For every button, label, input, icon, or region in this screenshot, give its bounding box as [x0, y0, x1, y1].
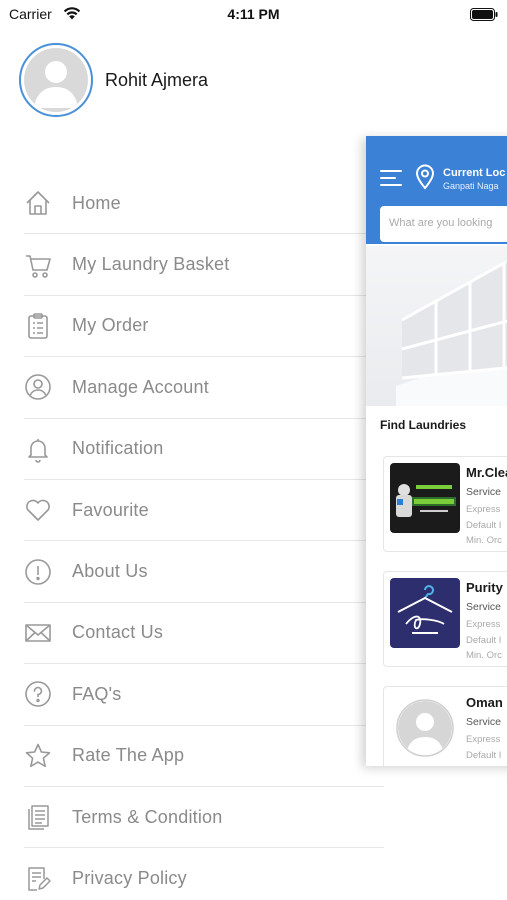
- heart-icon: [24, 496, 52, 524]
- search-input[interactable]: What are you looking: [380, 206, 507, 242]
- document-edit-icon: [24, 865, 52, 893]
- laundry-express: Express: [466, 504, 501, 515]
- banner-window-graphic: [396, 260, 507, 406]
- laundry-default: Default I: [466, 520, 502, 531]
- menu-item-terms-condition[interactable]: Terms & Condition: [24, 787, 384, 849]
- side-menu: Home My Laundry Basket My Order Manage A…: [24, 173, 384, 900]
- cart-icon: [24, 251, 52, 279]
- current-location-subtitle: Ganpati Naga: [443, 181, 499, 191]
- laundry-card[interactable]: Mr.Clea Service Express Default I Min. O…: [383, 456, 507, 552]
- laundry-service: Service: [466, 601, 502, 613]
- clipboard-list-icon: [24, 312, 52, 340]
- menu-item-rate-the-app[interactable]: Rate The App: [24, 726, 384, 787]
- laundry-express: Express: [466, 734, 501, 745]
- laundry-default: Default I: [466, 635, 502, 646]
- clock: 4:11 PM: [227, 6, 280, 22]
- envelope-icon: [24, 619, 52, 647]
- menu-item-manage-account[interactable]: Manage Account: [24, 357, 384, 419]
- laundry-logo: [390, 463, 460, 533]
- menu-item-faqs[interactable]: FAQ's: [24, 664, 384, 726]
- app-header: Current Loc Ganpati Naga What are you lo…: [366, 136, 507, 244]
- bell-icon: [24, 435, 52, 463]
- hamburger-menu-icon[interactable]: [380, 169, 402, 187]
- star-icon: [24, 742, 52, 770]
- avatar-ring: [19, 43, 93, 117]
- battery-icon: [470, 8, 498, 21]
- menu-label: Terms & Condition: [72, 806, 223, 827]
- menu-label: My Laundry Basket: [72, 254, 230, 275]
- laundry-name: Oman: [466, 695, 503, 710]
- laundry-logo: [390, 693, 460, 763]
- menu-label: Home: [72, 192, 121, 213]
- find-laundries-heading: Find Laundries: [380, 418, 467, 432]
- banner-image: [366, 246, 507, 406]
- menu-label: FAQ's: [72, 683, 122, 704]
- laundry-card[interactable]: Oman Service Express Default I: [383, 686, 507, 766]
- menu-item-my-order[interactable]: My Order: [24, 296, 384, 358]
- menu-label: Contact Us: [72, 622, 164, 643]
- location-pin-icon: [415, 164, 435, 190]
- person-icon: [34, 61, 78, 108]
- status-bar: Carrier 4:11 PM: [0, 0, 507, 30]
- menu-label: Favourite: [72, 499, 149, 520]
- laundry-name: Mr.Clea: [466, 465, 507, 480]
- menu-item-contact-us[interactable]: Contact Us: [24, 603, 384, 665]
- menu-label: About Us: [72, 561, 148, 582]
- menu-item-privacy-policy[interactable]: Privacy Policy: [24, 848, 384, 900]
- menu-item-notification[interactable]: Notification: [24, 419, 384, 480]
- menu-label: Rate The App: [72, 745, 185, 766]
- question-circle-icon: [24, 680, 52, 708]
- laundry-logo: [390, 578, 460, 648]
- menu-item-about-us[interactable]: About Us: [24, 541, 384, 603]
- documents-icon: [24, 803, 52, 831]
- search-placeholder: What are you looking: [389, 217, 493, 229]
- menu-item-favourite[interactable]: Favourite: [24, 480, 384, 542]
- laundry-service: Service: [466, 486, 502, 498]
- profile-header[interactable]: Rohit Ajmera: [19, 43, 208, 117]
- laundry-service: Service: [466, 716, 502, 728]
- laundry-default: Default I: [466, 750, 502, 761]
- laundry-min-order: Min. Orc: [466, 650, 502, 661]
- current-location-title[interactable]: Current Loc: [443, 167, 505, 179]
- menu-label: Privacy Policy: [72, 868, 187, 889]
- menu-item-my-laundry-basket[interactable]: My Laundry Basket: [24, 234, 384, 296]
- menu-item-home[interactable]: Home: [24, 173, 384, 235]
- laundry-card[interactable]: Purity Service Express Default I Min. Or…: [383, 571, 507, 667]
- menu-label: Manage Account: [72, 376, 209, 397]
- menu-label: Notification: [72, 438, 164, 459]
- profile-name: Rohit Ajmera: [105, 69, 209, 90]
- menu-label: My Order: [72, 315, 149, 336]
- laundry-name: Purity: [466, 580, 503, 595]
- info-circle-icon: [24, 558, 52, 586]
- home-icon: [24, 189, 52, 217]
- user-circle-icon: [24, 373, 52, 401]
- main-screen-preview[interactable]: Current Loc Ganpati Naga What are you lo…: [366, 136, 507, 766]
- avatar: [24, 48, 88, 112]
- laundry-express: Express: [466, 619, 501, 630]
- laundry-min-order: Min. Orc: [466, 535, 502, 546]
